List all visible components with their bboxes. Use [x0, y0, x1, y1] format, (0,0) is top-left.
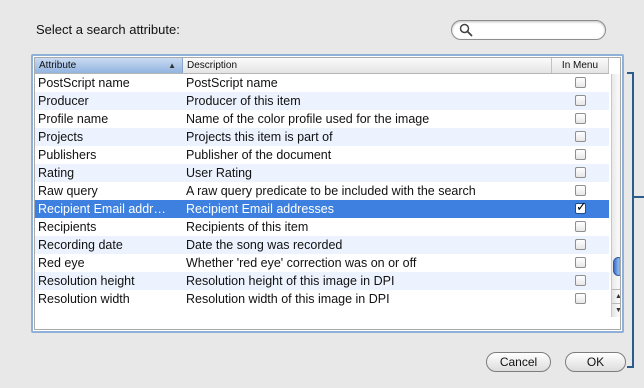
cancel-button[interactable]: Cancel — [486, 352, 551, 372]
description-cell: A raw query predicate to be included wit… — [186, 184, 476, 198]
in-menu-checkbox[interactable] — [575, 257, 586, 268]
table-rows: PostScript name PostScript name Producer Pr… — [35, 74, 609, 308]
column-header-label: In Menu — [561, 60, 599, 71]
column-header-label: Attribute — [39, 60, 77, 71]
search-icon — [459, 23, 473, 37]
description-cell: Whether 'red eye' correction was on or o… — [186, 256, 417, 270]
in-menu-checkbox[interactable] — [575, 149, 586, 160]
in-menu-checkbox[interactable]: ✓ — [575, 200, 587, 214]
in-menu-checkbox[interactable] — [575, 131, 586, 142]
in-menu-cell — [552, 128, 609, 146]
scroll-down-arrow-icon[interactable]: ▼ — [612, 303, 620, 317]
description-cell: Name of the color profile used for the i… — [186, 112, 430, 126]
description-cell: PostScript name — [186, 76, 278, 90]
dialog-prompt: Select a search attribute: — [36, 22, 180, 37]
table-row[interactable]: Recording date Date the song was recorded — [35, 236, 609, 254]
column-header-description[interactable]: Description — [183, 58, 552, 73]
in-menu-cell — [552, 146, 609, 164]
attribute-table-body: Attribute ▲ Description In Menu PostScri… — [34, 57, 621, 330]
attribute-cell: Profile name — [38, 112, 109, 126]
description-cell: Recipients of this item — [186, 220, 309, 234]
attribute-cell: Red eye — [38, 256, 85, 270]
description-cell: Projects this item is part of — [186, 130, 333, 144]
table-row[interactable]: PostScript name PostScript name — [35, 74, 609, 92]
in-menu-checkbox[interactable] — [575, 167, 586, 178]
table-row[interactable]: Resolution height Resolution height of th… — [35, 272, 609, 290]
in-menu-cell — [552, 236, 609, 254]
description-cell: Resolution width of this image in DPI — [186, 292, 390, 306]
in-menu-cell — [552, 290, 609, 308]
description-cell: Resolution height of this image in DPI — [186, 274, 395, 288]
checkmark-icon: ✓ — [576, 200, 587, 214]
attribute-cell: Recipient Email addr… — [38, 202, 166, 216]
description-cell: Publisher of the document — [186, 148, 332, 162]
attribute-cell: Projects — [38, 130, 84, 144]
table-row[interactable]: Red eye Whether 'red eye' correction was … — [35, 254, 609, 272]
table-row[interactable]: Recipient Email addr… Recipient Email add… — [35, 200, 609, 218]
attribute-cell: Resolution height — [38, 274, 135, 288]
attribute-cell: Recording date — [38, 238, 123, 252]
attribute-cell: Resolution width — [38, 292, 130, 306]
sort-ascending-icon: ▲ — [168, 61, 176, 70]
in-menu-cell — [552, 254, 609, 272]
table-row[interactable]: Publishers Publisher of the document — [35, 146, 609, 164]
table-row[interactable]: Rating User Rating — [35, 164, 609, 182]
in-menu-checkbox[interactable] — [575, 113, 586, 124]
in-menu-cell — [552, 218, 609, 236]
in-menu-checkbox[interactable] — [575, 239, 586, 250]
table-header: Attribute ▲ Description In Menu — [35, 58, 609, 74]
callout-bracket — [627, 72, 634, 368]
in-menu-checkbox[interactable] — [575, 95, 586, 106]
search-field[interactable] — [451, 20, 606, 40]
in-menu-cell: ✓ — [552, 200, 609, 218]
in-menu-cell — [552, 164, 609, 182]
in-menu-checkbox[interactable] — [575, 221, 586, 232]
in-menu-cell — [552, 74, 609, 92]
attribute-cell: Rating — [38, 166, 75, 180]
in-menu-checkbox[interactable] — [575, 275, 586, 286]
table-row[interactable]: Recipients Recipients of this item — [35, 218, 609, 236]
column-header-label: Description — [187, 60, 238, 71]
in-menu-cell — [552, 272, 609, 290]
table-row[interactable]: Projects Projects this item is part of — [35, 128, 609, 146]
scroll-thumb[interactable] — [613, 257, 620, 276]
attribute-cell: Raw query — [38, 184, 98, 198]
description-cell: Recipient Email addresses — [186, 202, 334, 216]
description-cell: Producer of this item — [186, 94, 301, 108]
attribute-cell: Recipients — [38, 220, 97, 234]
column-header-in-menu[interactable]: In Menu — [552, 58, 609, 73]
column-header-attribute[interactable]: Attribute ▲ — [35, 58, 183, 73]
table-row[interactable]: Profile name Name of the color profile us… — [35, 110, 609, 128]
callout-bracket-pointer — [633, 196, 644, 198]
attribute-cell: Producer — [38, 94, 89, 108]
attribute-cell: Publishers — [38, 148, 97, 162]
description-cell: Date the song was recorded — [186, 238, 343, 252]
table-row[interactable]: Raw query A raw query predicate to be inc… — [35, 182, 609, 200]
vertical-scrollbar[interactable]: ▲ ▼ — [611, 74, 620, 317]
scroll-up-arrow-icon[interactable]: ▲ — [612, 289, 620, 303]
attribute-cell: PostScript name — [38, 76, 130, 90]
in-menu-cell — [552, 92, 609, 110]
in-menu-checkbox[interactable] — [575, 185, 586, 196]
attribute-table: Attribute ▲ Description In Menu PostScri… — [31, 54, 624, 333]
table-row[interactable]: Resolution width Resolution width of this… — [35, 290, 609, 308]
in-menu-cell — [552, 182, 609, 200]
search-input[interactable] — [476, 22, 600, 38]
description-cell: User Rating — [186, 166, 252, 180]
table-row[interactable]: Producer Producer of this item — [35, 92, 609, 110]
in-menu-checkbox[interactable] — [575, 77, 586, 88]
in-menu-checkbox[interactable] — [575, 293, 586, 304]
ok-button[interactable]: OK — [565, 352, 626, 372]
in-menu-cell — [552, 110, 609, 128]
